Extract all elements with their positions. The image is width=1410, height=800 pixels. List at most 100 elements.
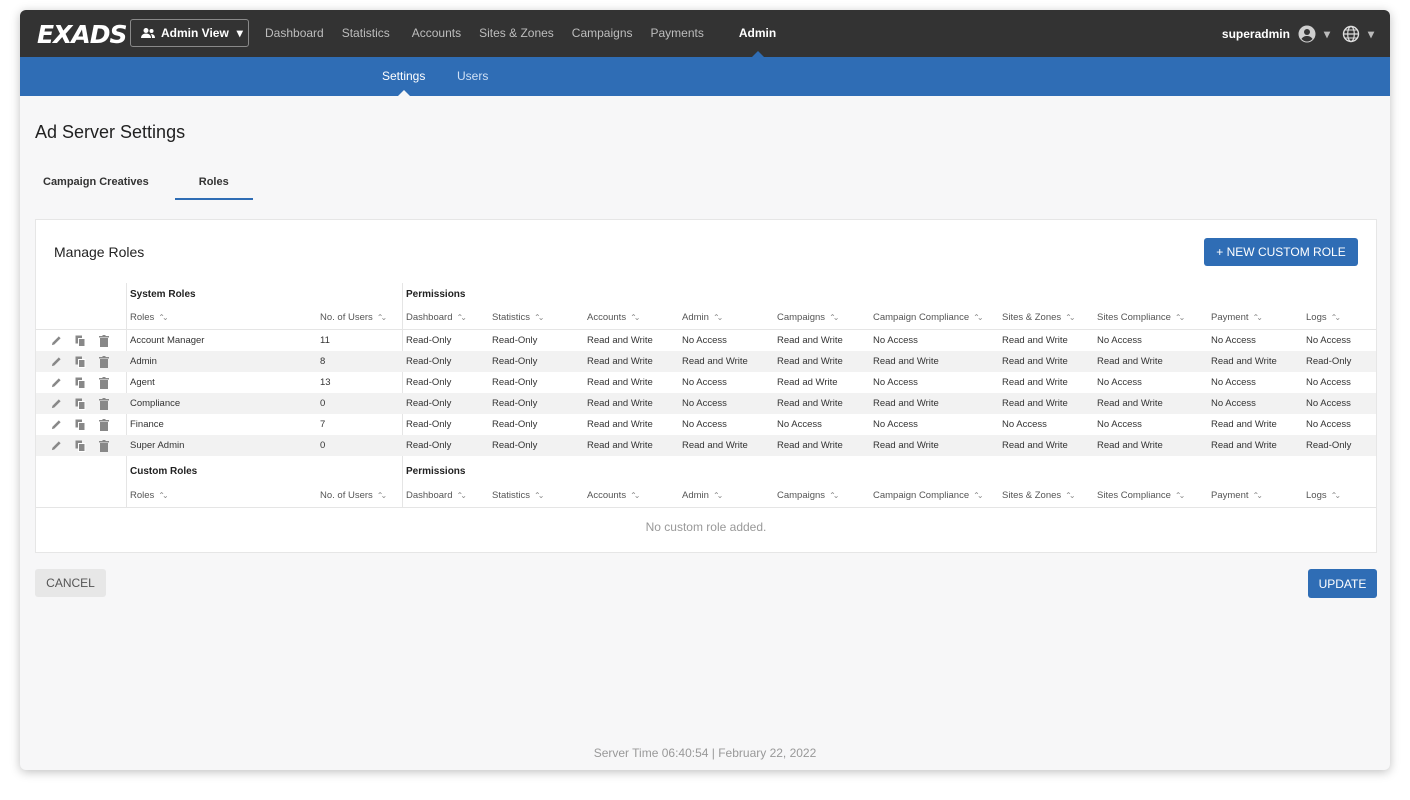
table-row: Compliance 0 Read-Only Read-Only Read and Wr… (36, 393, 1376, 414)
sort-header-payment[interactable]: Payment ⌃⌄ (1211, 484, 1263, 507)
edit-icon[interactable] (50, 335, 62, 347)
copy-icon[interactable] (74, 377, 86, 389)
copy-icon[interactable] (74, 419, 86, 431)
cell-admin: No Access (682, 398, 727, 409)
copy-icon[interactable] (74, 398, 86, 410)
sort-header-sites-zones[interactable]: Sites & Zones ⌃⌄ (1002, 306, 1076, 329)
cell-no-of-users: 0 (320, 440, 326, 451)
user-menu[interactable]: superadmin ▾ ▾ (1222, 10, 1374, 57)
column-label: Campaign Compliance (873, 490, 970, 501)
manage-roles-card: Manage Roles + NEW CUSTOM ROLE System Ro… (35, 219, 1377, 553)
nav-dashboard[interactable]: Dashboard (256, 10, 333, 57)
page-title: Ad Server Settings (35, 122, 186, 142)
edit-icon[interactable] (50, 356, 62, 368)
column-label: Payment (1211, 312, 1249, 323)
column-label: No. of Users (320, 490, 373, 501)
copy-icon[interactable] (74, 356, 86, 368)
subnav-settings[interactable]: Settings (382, 57, 425, 96)
sort-header-roles[interactable]: Roles ⌃⌄ (130, 484, 169, 507)
tab-campaign-creatives[interactable]: Campaign Creatives (35, 170, 157, 200)
sort-header-no-of-users[interactable]: No. of Users ⌃⌄ (320, 306, 387, 329)
nav-statistics[interactable]: Statistics (333, 10, 399, 57)
nav-campaigns[interactable]: Campaigns (563, 10, 642, 57)
update-button[interactable]: UPDATE (1308, 569, 1377, 598)
cell-campaign-compliance: Read and Write (873, 356, 939, 367)
sort-header-no-of-users[interactable]: No. of Users ⌃⌄ (320, 484, 387, 507)
cell-accounts: Read and Write (587, 356, 653, 367)
caret-down-icon: ▾ (236, 26, 243, 40)
new-custom-role-button[interactable]: + NEW CUSTOM ROLE (1204, 238, 1358, 266)
cell-dashboard: Read-Only (406, 398, 452, 409)
nav-sites-zones[interactable]: Sites & Zones (470, 10, 563, 57)
cell-dashboard: Read-Only (406, 440, 452, 451)
cell-payment: No Access (1211, 377, 1256, 388)
cell-roles: Super Admin (130, 440, 185, 451)
table-row: Account Manager 11 Read-Only Read-Only Read … (36, 330, 1376, 351)
edit-icon[interactable] (50, 398, 62, 410)
globe-icon[interactable] (1342, 25, 1360, 43)
custom-roles-header: Custom Roles Permissions (36, 458, 1376, 484)
edit-icon[interactable] (50, 377, 62, 389)
cell-admin: Read and Write (682, 356, 748, 367)
nav-accounts[interactable]: Accounts (403, 10, 470, 57)
cancel-button[interactable]: CANCEL (35, 569, 106, 597)
sort-header-campaign-compliance[interactable]: Campaign Compliance ⌃⌄ (873, 306, 984, 329)
cell-accounts: Read and Write (587, 440, 653, 451)
sort-header-campaigns[interactable]: Campaigns ⌃⌄ (777, 306, 840, 329)
column-label: Sites & Zones (1002, 312, 1062, 323)
delete-icon[interactable] (98, 334, 110, 347)
empty-custom-roles-message: No custom role added. (645, 520, 767, 534)
sort-icon: ⌃⌄ (712, 313, 724, 322)
cell-sites-compliance: No Access (1097, 377, 1142, 388)
delete-icon[interactable] (98, 355, 110, 368)
cell-payment: No Access (1211, 398, 1256, 409)
cell-sites-zones: Read and Write (1002, 335, 1068, 346)
cell-campaign-compliance: No Access (873, 335, 918, 346)
cell-no-of-users: 8 (320, 356, 326, 367)
nav-payments[interactable]: Payments (642, 10, 713, 57)
sort-header-payment[interactable]: Payment ⌃⌄ (1211, 306, 1263, 329)
sort-header-accounts[interactable]: Accounts ⌃⌄ (587, 484, 641, 507)
cell-dashboard: Read-Only (406, 419, 452, 430)
sort-header-roles[interactable]: Roles ⌃⌄ (130, 306, 169, 329)
cell-campaigns: Read and Write (777, 356, 843, 367)
sort-header-sites-compliance[interactable]: Sites Compliance ⌃⌄ (1097, 484, 1186, 507)
column-label: Accounts (587, 490, 627, 501)
sort-header-sites-compliance[interactable]: Sites Compliance ⌃⌄ (1097, 306, 1186, 329)
sort-header-statistics[interactable]: Statistics ⌃⌄ (492, 484, 545, 507)
sort-header-sites-zones[interactable]: Sites & Zones ⌃⌄ (1002, 484, 1076, 507)
edit-icon[interactable] (50, 419, 62, 431)
sort-header-statistics[interactable]: Statistics ⌃⌄ (492, 306, 545, 329)
sort-header-campaigns[interactable]: Campaigns ⌃⌄ (777, 484, 840, 507)
edit-icon[interactable] (50, 440, 62, 452)
sort-header-admin[interactable]: Admin ⌃⌄ (682, 306, 724, 329)
nav-admin[interactable]: Admin (723, 10, 792, 57)
sort-header-admin[interactable]: Admin ⌃⌄ (682, 484, 724, 507)
view-selector[interactable]: Admin View ▾ (130, 19, 249, 47)
delete-icon[interactable] (98, 439, 110, 452)
delete-icon[interactable] (98, 397, 110, 410)
column-label: Payment (1211, 490, 1249, 501)
row-actions (50, 414, 122, 435)
sort-header-logs[interactable]: Logs ⌃⌄ (1306, 484, 1341, 507)
system-roles-rows: Account Manager 11 Read-Only Read-Only Read … (36, 330, 1376, 456)
table-row: Agent 13 Read-Only Read-Only Read and Write N… (36, 372, 1376, 393)
sort-header-accounts[interactable]: Accounts ⌃⌄ (587, 306, 641, 329)
caret-down-icon: ▾ (1323, 26, 1330, 41)
cell-statistics: Read-Only (492, 398, 538, 409)
sort-header-dashboard[interactable]: Dashboard ⌃⌄ (406, 484, 467, 507)
copy-icon[interactable] (74, 440, 86, 452)
cell-statistics: Read-Only (492, 356, 538, 367)
delete-icon[interactable] (98, 418, 110, 431)
cell-payment: Read and Write (1211, 356, 1277, 367)
tab-roles[interactable]: Roles (174, 170, 253, 200)
sort-header-logs[interactable]: Logs ⌃⌄ (1306, 306, 1341, 329)
subnav-users[interactable]: Users (457, 57, 488, 96)
sort-header-dashboard[interactable]: Dashboard ⌃⌄ (406, 306, 467, 329)
delete-icon[interactable] (98, 376, 110, 389)
cell-campaigns: Read and Write (777, 440, 843, 451)
cell-roles: Compliance (130, 398, 181, 409)
copy-icon[interactable] (74, 335, 86, 347)
exads-logo[interactable]: EXADS (37, 20, 127, 49)
sort-header-campaign-compliance[interactable]: Campaign Compliance ⌃⌄ (873, 484, 984, 507)
